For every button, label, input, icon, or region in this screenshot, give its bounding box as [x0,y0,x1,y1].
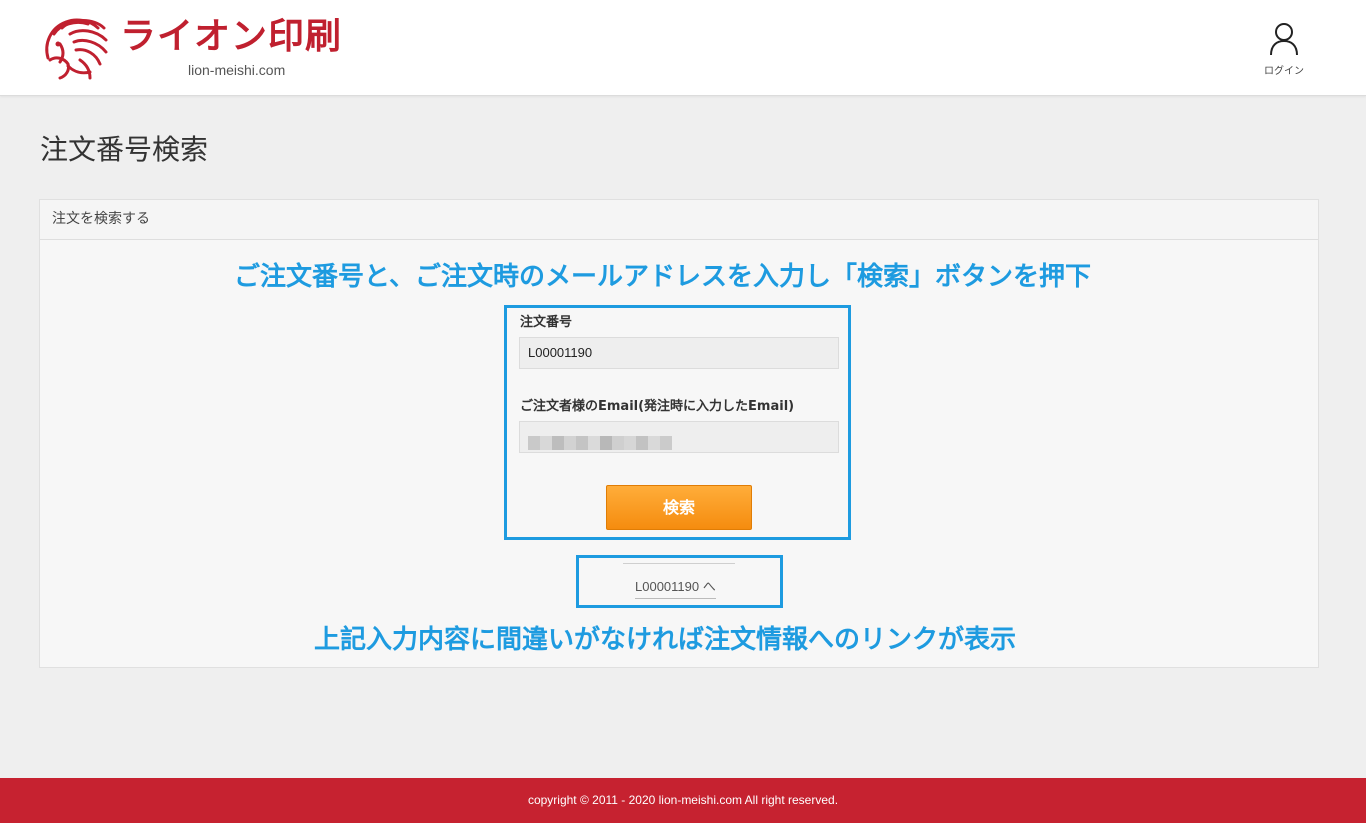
user-icon [1270,23,1298,56]
email-input[interactable] [519,421,839,453]
email-label: ご注文者様のEmail(発注時に入力したEmail) [520,399,795,414]
site-footer: copyright © 2011 - 2020 lion-meishi.com … [0,778,1366,823]
lion-head-icon [45,18,108,80]
search-button[interactable]: 検索 [606,485,752,530]
annotation-instruction: ご注文番号と、ご注文時のメールアドレスを入力し「検索」ボタンを押下 [234,262,1091,292]
order-number-input[interactable]: L00001190 [519,337,839,369]
annotation-result-note: 上記入力内容に間違いがなければ注文情報へのリンクが表示 [314,625,1017,655]
logo-domain: lion-meishi.com [188,62,286,78]
logo-text: ライオン印刷 [120,16,343,57]
login-button[interactable]: ログイン [1256,22,1312,88]
order-result-link[interactable]: L00001190 へ [635,578,716,599]
masked-email-value [528,431,672,450]
order-number-label: 注文番号 [520,315,573,330]
login-label: ログイン [1264,66,1304,77]
page-title: 注文番号検索 [40,133,209,166]
panel-heading: 注文を検索する [40,200,1318,240]
result-divider [623,563,735,564]
site-header: ライオン印刷 lion-meishi.com ログイン [0,0,1366,96]
site-logo[interactable]: ライオン印刷 lion-meishi.com [40,12,370,84]
copyright-text: copyright © 2011 - 2020 lion-meishi.com … [527,793,839,807]
